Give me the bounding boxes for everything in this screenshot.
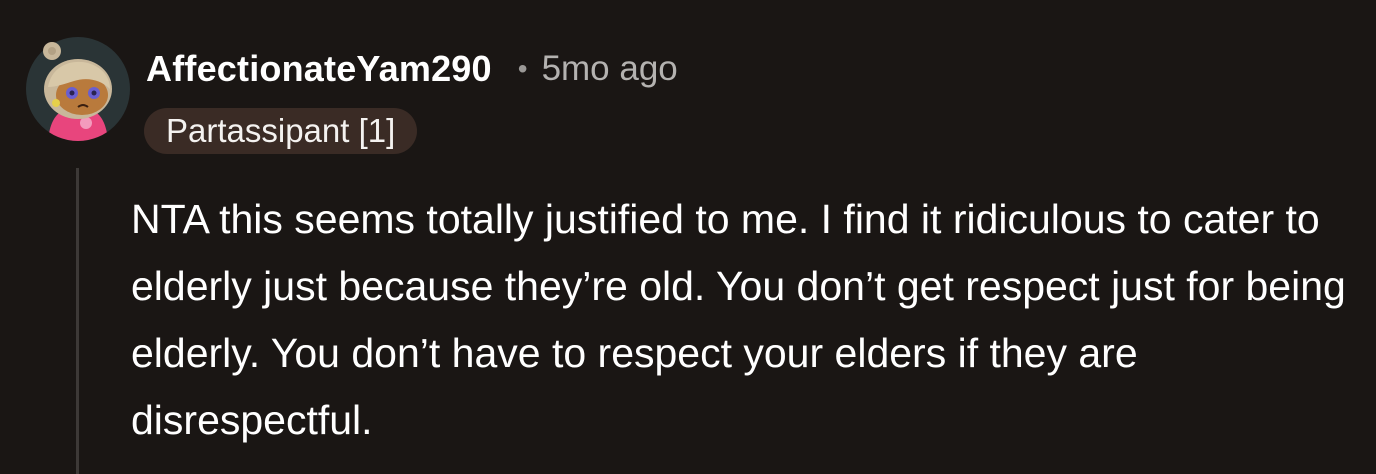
comment-body: NTA this seems totally justified to me. … bbox=[131, 196, 1346, 443]
user-avatar[interactable] bbox=[26, 37, 130, 141]
timestamp[interactable]: 5mo ago bbox=[542, 49, 678, 89]
thread-line[interactable] bbox=[76, 168, 79, 474]
comment: AffectionateYam290 • 5mo ago Partassipan… bbox=[0, 0, 1376, 474]
comment-header: AffectionateYam290 • 5mo ago bbox=[146, 46, 678, 92]
username-link[interactable]: AffectionateYam290 bbox=[146, 48, 492, 90]
snoo-avatar-icon bbox=[26, 37, 130, 141]
user-flair-badge: Partassipant [1] bbox=[144, 108, 418, 154]
meta-separator: • bbox=[517, 53, 528, 84]
